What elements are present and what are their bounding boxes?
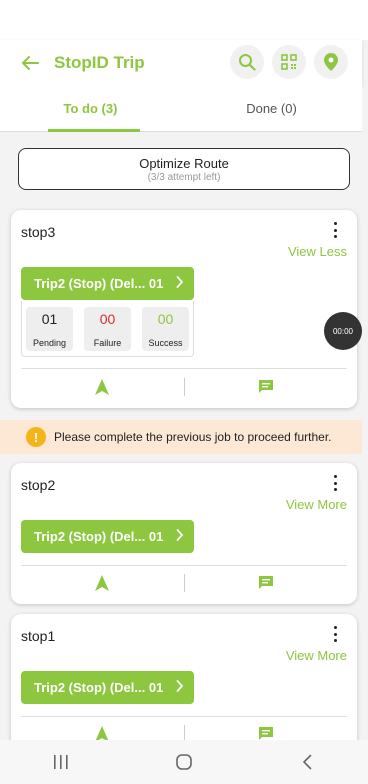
card-divider [21, 716, 347, 717]
navigate-button[interactable] [21, 379, 184, 395]
success-stat: 00 Success [142, 307, 189, 351]
message-button[interactable] [185, 379, 348, 395]
card-divider [21, 368, 347, 369]
status-bar [0, 0, 368, 40]
view-more-link[interactable]: View More [286, 648, 347, 663]
pending-label: Pending [32, 338, 67, 348]
page-title: StopID Trip [54, 53, 145, 72]
header-actions [230, 45, 348, 79]
qr-code-icon [281, 54, 297, 70]
trip-label: Trip2 (Stop) (Del... 01 [34, 529, 164, 544]
home-button[interactable] [154, 742, 214, 782]
trip-label: Trip2 (Stop) (Del... 01 [34, 680, 164, 695]
message-icon [258, 380, 273, 393]
trip-button[interactable]: Trip2 (Stop) (Del... 01 [21, 267, 194, 300]
qr-scan-button[interactable] [272, 45, 306, 79]
success-count: 00 [157, 311, 174, 327]
location-button[interactable] [314, 45, 348, 79]
message-icon [258, 576, 273, 589]
more-options-button[interactable] [331, 475, 339, 491]
navigation-arrow-icon [95, 575, 110, 591]
home-icon [176, 754, 192, 770]
trip-label: Trip2 (Stop) (Del... 01 [34, 276, 164, 291]
view-more-link[interactable]: View More [286, 497, 347, 512]
attempts-left-text: (3/3 attempt left) [147, 171, 221, 183]
more-options-button[interactable] [331, 626, 339, 642]
navigation-arrow-icon [95, 379, 110, 395]
card-divider [21, 565, 347, 566]
chevron-right-icon [176, 529, 184, 541]
app-header: StopID Trip [0, 40, 362, 86]
more-options-button[interactable] [331, 222, 339, 238]
failure-count: 00 [99, 311, 116, 327]
tab-to-do[interactable]: To do (3) [0, 86, 181, 132]
warning-text: Please complete the previous job to proc… [54, 430, 332, 444]
trip-button[interactable]: Trip2 (Stop) (Del... 01 [21, 671, 194, 704]
search-icon [239, 54, 256, 71]
navigate-button[interactable] [21, 575, 184, 591]
recents-button[interactable] [31, 742, 91, 782]
trip-button[interactable]: Trip2 (Stop) (Del... 01 [21, 520, 194, 553]
stop-name: stop3 [21, 224, 56, 240]
stop-name: stop1 [21, 628, 56, 644]
location-pin-icon [324, 53, 338, 71]
back-button[interactable] [10, 43, 50, 83]
pending-count: 01 [41, 311, 58, 327]
failure-label: Failure [93, 338, 122, 348]
recents-icon [54, 755, 68, 769]
optimize-route-button[interactable]: Optimize Route (3/3 attempt left) [18, 148, 350, 190]
message-button[interactable] [185, 575, 348, 591]
back-chevron-icon [302, 754, 311, 770]
pending-stat: 01 Pending [26, 307, 73, 351]
card-actions [21, 371, 347, 403]
warning-icon: ! [26, 427, 46, 447]
chevron-right-icon [176, 680, 184, 692]
success-label: Success [148, 338, 183, 348]
system-nav-bar [0, 740, 368, 784]
floating-timer[interactable]: 00:00 [324, 312, 362, 350]
warning-banner: ! Please complete the previous job to pr… [0, 420, 362, 454]
stop-card-stop2: stop2 View More Trip2 (Stop) (Del... 01 [11, 463, 357, 604]
search-button[interactable] [230, 45, 264, 79]
job-status-panel: 01 Pending 00 Failure 00 Success [21, 301, 194, 357]
card-actions [21, 567, 347, 599]
optimize-route-label: Optimize Route [139, 155, 229, 171]
chevron-right-icon [176, 276, 184, 288]
stop-card-stop3: stop3 View Less Trip2 (Stop) (Del... 01 … [11, 210, 357, 408]
failure-stat: 00 Failure [84, 307, 131, 351]
back-arrow-icon [22, 56, 39, 70]
stop-card-stop1: stop1 View More Trip2 (Stop) (Del... 01 [11, 614, 357, 755]
stop-name: stop2 [21, 477, 56, 493]
tab-bar: To do (3) Done (0) [0, 86, 362, 132]
tab-done[interactable]: Done (0) [181, 86, 362, 131]
view-less-link[interactable]: View Less [288, 244, 347, 259]
system-back-button[interactable] [277, 742, 337, 782]
